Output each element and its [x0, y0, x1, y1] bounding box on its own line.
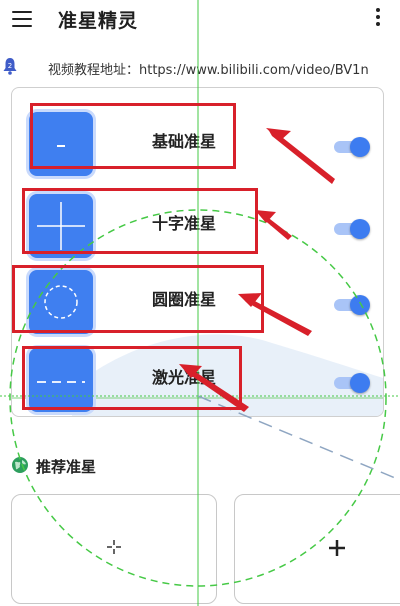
circle-icon [44, 285, 78, 319]
crosshair-label: 十字准星 [151, 214, 216, 233]
section-title: 推荐准星 [36, 458, 97, 476]
recommended-crosshair-card[interactable] [11, 494, 217, 604]
crosshair-label: 圆圈准星 [151, 290, 216, 309]
dash-icon [57, 145, 65, 147]
crosshair-row-basic[interactable]: 基础准星 [12, 104, 383, 176]
crosshair-label: 激光准星 [151, 368, 216, 387]
tutorial-notice[interactable]: 2 视频教程地址：https://www.bilibili.com/video/… [0, 55, 400, 85]
basic-crosshair-tile[interactable] [29, 112, 93, 176]
globe-icon [12, 457, 28, 473]
app-bar: 准星精灵 [0, 0, 400, 44]
more-vert-icon[interactable] [376, 8, 380, 29]
laser-icon [37, 381, 85, 383]
add-crosshair-card[interactable] [234, 494, 400, 604]
plus-icon [329, 540, 345, 556]
svg-text:2: 2 [8, 62, 12, 70]
crosshair-list-card: 基础准星 十字准星 圆圈准星 激光准星 [11, 87, 384, 417]
cross-icon [37, 202, 85, 250]
app-title: 准星精灵 [58, 10, 139, 32]
circle-crosshair-tile[interactable] [29, 270, 93, 334]
cross-crosshair-toggle[interactable] [334, 219, 370, 239]
crosshair-icon [107, 540, 121, 554]
crosshair-row-cross[interactable]: 十字准星 [12, 186, 383, 258]
laser-crosshair-tile[interactable] [29, 348, 93, 412]
basic-crosshair-toggle[interactable] [334, 137, 370, 157]
crosshair-label: 基础准星 [151, 132, 216, 151]
crosshair-row-circle[interactable]: 圆圈准星 [12, 262, 383, 334]
crosshair-row-laser[interactable]: 激光准星 [12, 340, 383, 412]
bell-icon: 2 [3, 58, 17, 75]
circle-crosshair-toggle[interactable] [334, 295, 370, 315]
notice-text: 视频教程地址：https://www.bilibili.com/video/BV… [48, 63, 369, 78]
menu-icon[interactable] [12, 11, 32, 27]
cross-crosshair-tile[interactable] [29, 194, 93, 258]
laser-crosshair-toggle[interactable] [334, 373, 370, 393]
